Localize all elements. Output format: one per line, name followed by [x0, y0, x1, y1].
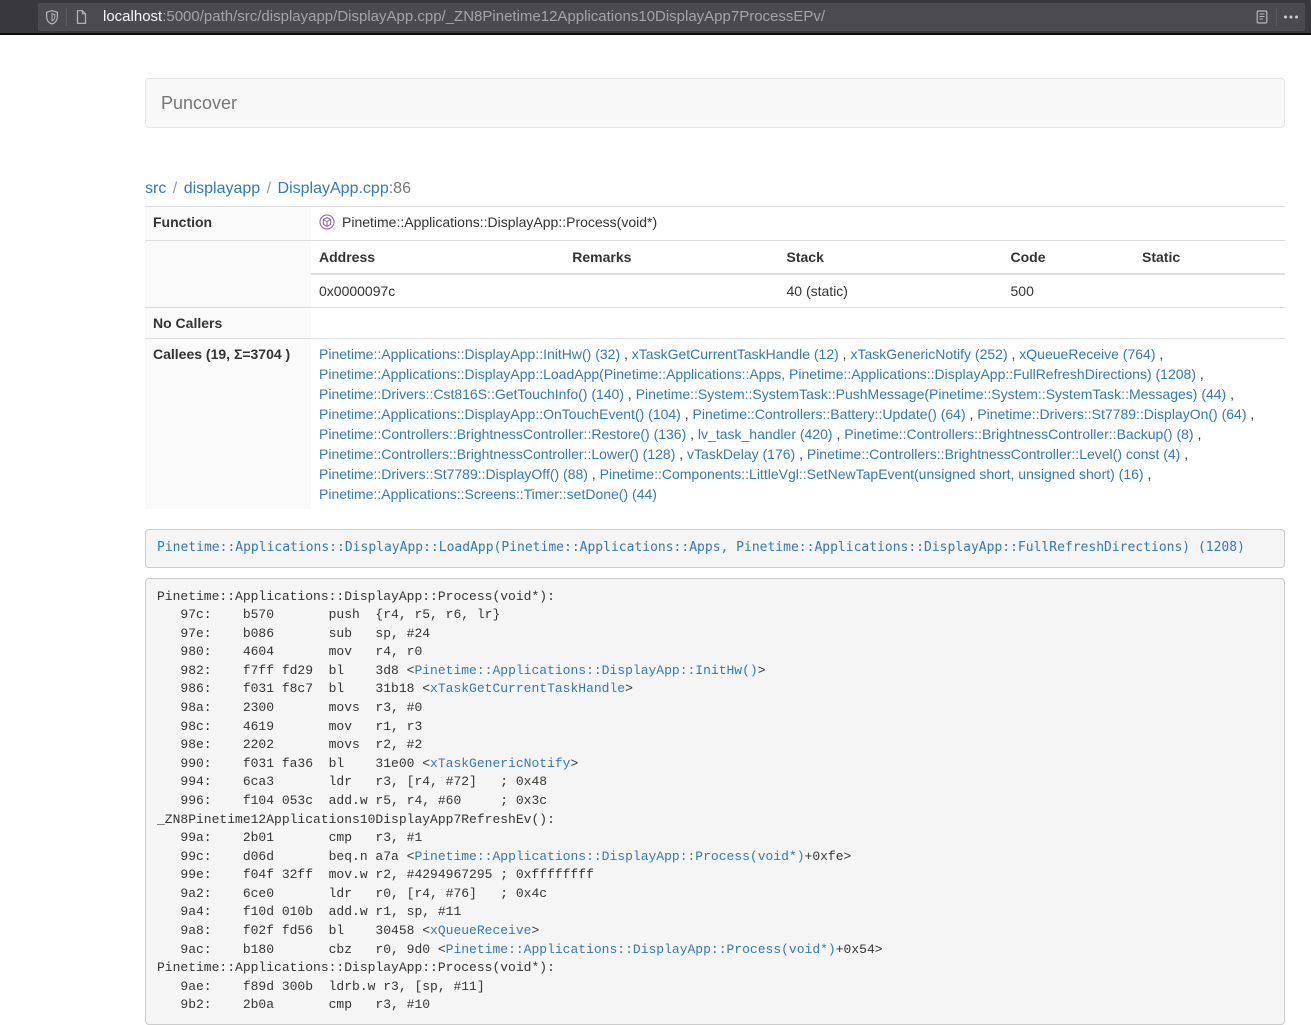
address-value: 0x0000097c [311, 274, 564, 307]
reader-mode-icon[interactable] [1248, 3, 1276, 31]
callees-list: Pinetime::Applications::DisplayApp::Init… [311, 339, 1285, 510]
breadcrumb-displayapp-link[interactable]: displayapp [184, 180, 261, 197]
cube-in-circle-icon [319, 214, 335, 230]
metrics-values-row: 0x0000097c 40 (static) 500 [311, 274, 1285, 307]
callee-link[interactable]: Pinetime::Drivers::St7789::DisplayOff() … [319, 466, 588, 482]
breadcrumb-src-link[interactable]: src [145, 180, 166, 197]
assembly-symbol-link[interactable]: Pinetime::Applications::DisplayApp::Proc… [414, 849, 804, 864]
breadcrumb: src / displayapp / DisplayApp.cpp:86 [145, 180, 1285, 198]
browser-toolbar: localhost:5000/path/src/displayapp/Displ… [0, 0, 1311, 35]
callee-link[interactable]: Pinetime::Controllers::Battery::Update()… [693, 406, 966, 422]
url-text[interactable]: localhost:5000/path/src/displayapp/Displ… [103, 8, 1248, 25]
stack-value: 40 (static) [779, 274, 1003, 307]
callee-link[interactable]: Pinetime::Controllers::BrightnessControl… [807, 446, 1180, 462]
callee-link[interactable]: Pinetime::Applications::DisplayApp::OnTo… [319, 406, 681, 422]
callee-link[interactable]: Pinetime::System::SystemTask::PushMessag… [636, 386, 1227, 402]
assembly-code: Pinetime::Applications::DisplayApp::Proc… [157, 589, 883, 1013]
metrics-label-empty [145, 241, 311, 308]
callees-label: Callees (19, Σ=3704 ) [145, 339, 311, 510]
function-name: Pinetime::Applications::DisplayApp::Proc… [342, 212, 657, 232]
callee-link[interactable]: xTaskGenericNotify (252) [850, 346, 1007, 362]
callee-link[interactable]: Pinetime::Controllers::BrightnessControl… [319, 426, 686, 442]
assembly-symbol-link[interactable]: Pinetime::Applications::DisplayApp::Init… [414, 663, 757, 678]
remarks-value [564, 274, 778, 307]
callee-link[interactable]: Pinetime::Drivers::St7789::DisplayOn() (… [977, 406, 1246, 422]
url-path: :5000/path/src/displayapp/DisplayApp.cpp… [162, 8, 825, 25]
page-container: Puncover src / displayapp / DisplayApp.c… [145, 78, 1285, 1025]
breadcrumb-separator: / [171, 180, 179, 197]
metrics-row: Address Remarks Stack Code Static 0x0000… [145, 241, 1285, 308]
col-header-code: Code [1003, 241, 1134, 274]
url-bar[interactable]: localhost:5000/path/src/displayapp/Displ… [38, 3, 1305, 31]
selected-callee-snippet: Pinetime::Applications::DisplayApp::Load… [145, 529, 1285, 568]
callee-link[interactable]: Pinetime::Applications::DisplayApp::Load… [319, 366, 1196, 382]
callee-link[interactable]: Pinetime::Components::LittleVgl::SetNewT… [600, 466, 1144, 482]
breadcrumb-separator-2: / [265, 180, 273, 197]
brand-link[interactable]: Puncover [146, 93, 252, 114]
callee-link[interactable]: Pinetime::Drivers::Cst816S::GetTouchInfo… [319, 386, 624, 402]
col-header-address: Address [311, 241, 564, 274]
callee-link[interactable]: Pinetime::Controllers::BrightnessControl… [319, 446, 675, 462]
static-value [1134, 274, 1285, 307]
breadcrumb-line-number: :86 [389, 180, 411, 197]
no-callers-label: No Callers [145, 308, 311, 339]
callee-link[interactable]: vTaskDelay (176) [687, 446, 795, 462]
callee-link[interactable]: Pinetime::Controllers::BrightnessControl… [844, 426, 1193, 442]
more-actions-icon[interactable] [1277, 3, 1305, 31]
code-value: 500 [1003, 274, 1134, 307]
callee-link[interactable]: xQueueReceive (764) [1019, 346, 1155, 362]
shield-icon[interactable] [38, 3, 66, 31]
navbar: Puncover [145, 78, 1285, 128]
callee-link[interactable]: xTaskGetCurrentTaskHandle (12) [632, 346, 839, 362]
assembly-symbol-link[interactable]: xTaskGenericNotify [430, 756, 570, 771]
breadcrumb-file-link[interactable]: DisplayApp.cpp [278, 180, 389, 197]
url-host: localhost [103, 8, 162, 25]
assembly-listing: Pinetime::Applications::DisplayApp::Proc… [145, 578, 1285, 1025]
col-header-remarks: Remarks [564, 241, 778, 274]
function-details-table: Function Pinetime::Applications::Display… [145, 206, 1285, 509]
assembly-symbol-link[interactable]: xQueueReceive [430, 923, 531, 938]
col-header-static: Static [1134, 241, 1285, 274]
loadapp-symbol-link[interactable]: Pinetime::Applications::DisplayApp::Load… [157, 540, 1245, 555]
function-label: Function [145, 207, 311, 241]
assembly-symbol-link[interactable]: xTaskGetCurrentTaskHandle [430, 681, 625, 696]
callees-row: Callees (19, Σ=3704 ) Pinetime::Applicat… [145, 339, 1285, 510]
assembly-symbol-link[interactable]: Pinetime::Applications::DisplayApp::Proc… [446, 942, 836, 957]
col-header-stack: Stack [779, 241, 1003, 274]
no-callers-row: No Callers [145, 308, 1285, 339]
function-row: Function Pinetime::Applications::Display… [145, 207, 1285, 241]
callee-link[interactable]: lv_task_handler (420) [698, 426, 833, 442]
metrics-table: Address Remarks Stack Code Static 0x0000… [311, 241, 1285, 307]
callee-link[interactable]: Pinetime::Applications::Screens::Timer::… [319, 486, 657, 502]
callee-link[interactable]: Pinetime::Applications::DisplayApp::Init… [319, 346, 620, 362]
page-icon[interactable] [67, 3, 95, 31]
